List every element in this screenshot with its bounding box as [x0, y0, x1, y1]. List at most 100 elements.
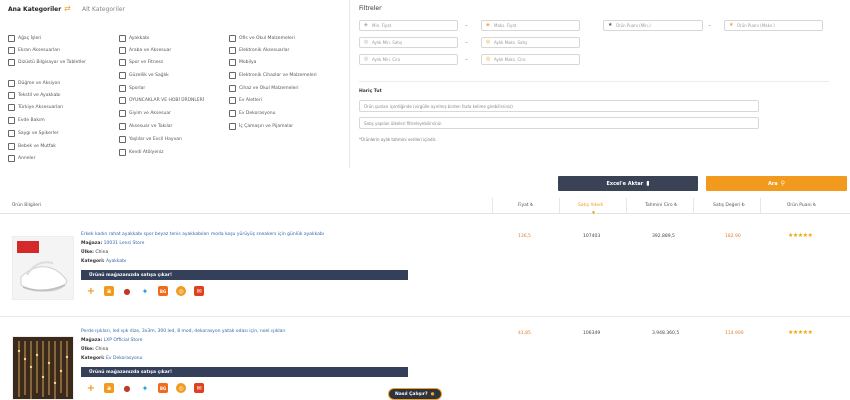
product-category: Kategori: Ev Dekorasyonu: [81, 356, 143, 361]
category-checkbox[interactable]: Yaşlılar ve Evcil Hayvan: [119, 136, 182, 143]
category-checkbox[interactable]: Güzellik ve Sağlık: [119, 72, 169, 79]
column-header-price[interactable]: Fiyat ₺: [518, 203, 533, 208]
min-score-input[interactable]: ★ Ürün Puanı (Min.): [603, 20, 703, 31]
max-score-input[interactable]: ★ Ürün Puanı (Maks.): [724, 20, 823, 31]
product-title-link[interactable]: Erkek kadın rahat ayakkabı spor beyaz te…: [81, 232, 324, 237]
star-icon: ★: [729, 22, 734, 28]
ladybug-icon[interactable]: ●: [122, 286, 132, 296]
country-filter-input[interactable]: Satış yapılan ülkeleri filtreleyebilirsi…: [359, 117, 759, 129]
category-checkbox[interactable]: Düğme ve Aksiyon: [8, 80, 60, 87]
mail-icon[interactable]: ✉: [194, 286, 204, 296]
search-icon: ⚲: [780, 180, 786, 187]
category-checkbox[interactable]: Bebek ve Mutfak: [8, 143, 56, 150]
document-icon: ▮: [646, 180, 650, 187]
table-header: Ürün Bilgileri Fiyat ₺ Satış Adedi ▼ Tah…: [0, 198, 850, 215]
category-checkbox[interactable]: Araba ve Aksesuar: [119, 47, 171, 54]
category-checkbox[interactable]: Anneler: [8, 155, 35, 162]
category-checkbox[interactable]: Giyim ve Aksesuar: [119, 110, 171, 117]
category-checkbox[interactable]: Ev Aletleri: [229, 97, 262, 104]
max-sales-input[interactable]: ◎ Aylık Maks. Satış: [481, 37, 580, 48]
sales-icon: ◎: [486, 39, 491, 45]
price-cell: 41,85: [518, 331, 531, 336]
add-to-store-banner[interactable]: Ürünü mağazanızda satışa çıkar!: [81, 270, 408, 280]
filters-divider: [359, 81, 829, 82]
category-checkbox[interactable]: Saygı ve Spikerler: [8, 130, 59, 137]
tag-icon: ◈: [486, 22, 490, 28]
how-it-works-button[interactable]: Nasıl Çalışır? ●: [388, 388, 442, 400]
filters-title: Filtreler: [359, 5, 382, 12]
category-checkbox[interactable]: OYUNCAKLAR VE HOBİ ÜRÜNLERİ: [119, 97, 204, 104]
revenue-cell: 3.948.360,5: [652, 331, 680, 336]
circle-brand-icon[interactable]: ◎: [176, 383, 186, 393]
rating-stars: ★★★★★: [788, 232, 813, 239]
category-checkbox[interactable]: Ofis ve Okul Malzemeleri: [229, 35, 295, 42]
sub-categories-tab[interactable]: Alt Kategoriler: [82, 6, 125, 13]
aliexpress-icon[interactable]: a: [104, 383, 114, 393]
sparkle-icon[interactable]: ✦: [140, 286, 150, 296]
main-categories-tab[interactable]: Ana Kategoriler: [8, 6, 61, 13]
add-to-store-banner[interactable]: Ürünü mağazanızda satışa çıkar!: [81, 367, 408, 377]
product-image[interactable]: [12, 336, 74, 400]
export-excel-button[interactable]: Excel'e Aktar ▮: [558, 176, 698, 191]
plus-icon[interactable]: +: [86, 383, 96, 394]
column-header-sales[interactable]: Satış Adedi: [578, 203, 603, 208]
ladybug-icon[interactable]: ●: [122, 383, 132, 393]
category-checkbox[interactable]: Sporlar: [119, 85, 145, 92]
banggood-icon[interactable]: BG: [158, 286, 168, 296]
exclude-keywords-input[interactable]: Ürün şunları içerdiğinde (virgülle ayrıl…: [359, 100, 759, 112]
min-revenue-input[interactable]: ◎ Aylık Min. Ciro: [359, 54, 458, 65]
category-checkbox[interactable]: Elektronik Cihazlar ve Malzemeleri: [229, 72, 317, 79]
marketplace-icons: + a ● ✦ BG ◎ ✉: [86, 383, 204, 394]
sparkle-icon[interactable]: ✦: [140, 383, 150, 393]
category-checkbox[interactable]: Spor ve Fitness: [119, 59, 163, 66]
circle-brand-icon[interactable]: ◎: [176, 286, 186, 296]
category-checkbox[interactable]: Mobilya: [229, 59, 256, 66]
category-checkbox[interactable]: Kendi Atölyeniz: [119, 149, 164, 156]
column-header-product[interactable]: Ürün Bilgileri: [12, 203, 41, 208]
category-link[interactable]: Ev Dekorasyonu: [106, 356, 142, 361]
product-title-link[interactable]: Perde ışıkları, led ışık dize, 3x3m, 300…: [81, 329, 286, 334]
aliexpress-icon[interactable]: a: [104, 286, 114, 296]
column-header-revenue[interactable]: Tahmini Ciro ₺: [645, 203, 677, 208]
search-button[interactable]: Ara ⚲: [706, 176, 847, 191]
category-checkbox[interactable]: Dizüstü Bilgisayar ve Tabletler: [8, 59, 86, 66]
category-checkbox[interactable]: Ayakkabı: [119, 35, 149, 42]
category-checkbox[interactable]: Ev Dekorasyonu: [229, 110, 275, 117]
category-checkbox[interactable]: Elektronik Aksesuarlar: [229, 47, 289, 54]
min-price-input[interactable]: ◈ Min. Fiyat: [359, 20, 458, 31]
store-link[interactable]: LXP Official Store: [104, 338, 143, 343]
help-icon: ●: [430, 391, 435, 397]
category-checkbox[interactable]: Ekran Aksesuarları: [8, 47, 60, 54]
swap-icon[interactable]: ⇄: [64, 4, 71, 13]
category-checkbox[interactable]: Ağaç İşleri: [8, 35, 41, 42]
tag-icon: ◈: [364, 22, 368, 28]
column-header-value[interactable]: Satış Değeri ₺: [713, 203, 745, 208]
max-revenue-input[interactable]: ◎ Aylık Maks. Ciro: [481, 54, 580, 65]
category-checkbox[interactable]: Evde Bakım: [8, 117, 45, 124]
range-separator: –: [465, 56, 468, 63]
sales-icon: ◎: [364, 39, 369, 45]
category-checkbox[interactable]: Aksesuar ve Takılar: [119, 123, 172, 130]
category-checkbox[interactable]: Cihaz ve Okul Malzemeleri: [229, 85, 299, 92]
range-separator: –: [708, 22, 711, 29]
row-divider: [0, 316, 850, 317]
min-sales-input[interactable]: ◎ Aylık Min. Satış: [359, 37, 458, 48]
rating-stars: ★★★★★: [788, 329, 813, 336]
banggood-icon[interactable]: BG: [158, 383, 168, 393]
category-checkbox[interactable]: Türkiye Aksesuarları: [8, 104, 63, 111]
max-price-input[interactable]: ◈ Maks. Fiyat: [481, 20, 580, 31]
store-link[interactable]: 10031 Lensi Store: [104, 241, 145, 246]
category-checkbox[interactable]: İç Çamaşırı ve Pijamalar: [229, 123, 293, 130]
product-image[interactable]: [12, 236, 74, 300]
category-link[interactable]: Ayakkabı: [106, 259, 126, 264]
product-country: Ülke: China: [81, 347, 109, 352]
sales-cell: 107403: [583, 234, 601, 239]
product-category: Kategori: Ayakkabı: [81, 259, 127, 264]
mail-icon[interactable]: ✉: [194, 383, 204, 393]
product-country: Ülke: China: [81, 250, 109, 255]
column-header-score[interactable]: Ürün Puanı ₺: [787, 203, 816, 208]
range-separator: –: [465, 22, 468, 29]
category-checkbox[interactable]: Tekstil ve Ayakkabı: [8, 92, 60, 99]
product-store: Mağaza: 10031 Lensi Store: [81, 241, 145, 246]
plus-icon[interactable]: +: [86, 286, 96, 297]
